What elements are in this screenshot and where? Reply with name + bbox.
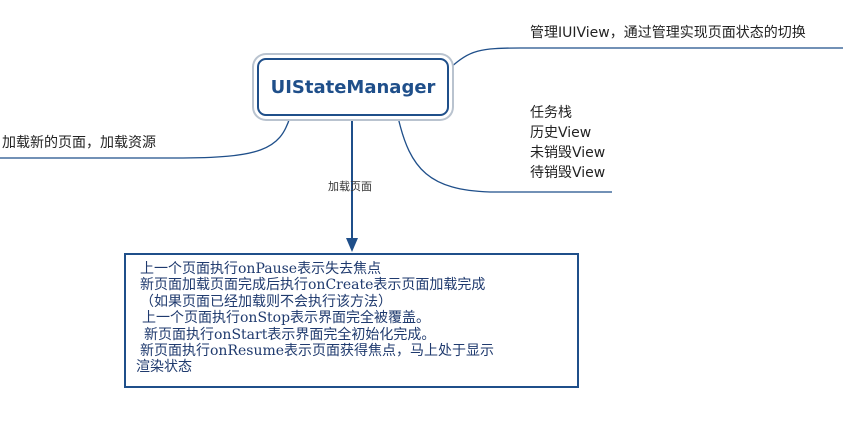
note-line: 上一个页面执行onStop表示界面完全被覆盖。 — [142, 310, 431, 327]
note-line: （如果页面已经加载则不会执行该方法） — [140, 293, 392, 310]
topic-stack-list[interactable]: 任务栈 历史View 未销毁View 待销毁View — [530, 103, 605, 183]
note-line: 新页面执行onResume表示页面获得焦点，马上处于显示 — [140, 343, 495, 360]
note-line: 新页面加载页面完成后执行onCreate表示页面加载完成 — [140, 277, 486, 294]
stack-item: 历史View — [530, 125, 592, 141]
stack-item: 未销毁View — [530, 145, 606, 161]
edge-label-load-page: 加载页面 — [328, 180, 372, 193]
topic-load-new[interactable]: 加载新的页面，加载资源 — [2, 133, 156, 153]
arrow-head-icon — [346, 238, 358, 252]
link-manage — [449, 47, 843, 69]
note-line: 新页面执行onStart表示界面完全初始化完成。 — [144, 326, 436, 343]
root-label: UIStateManager — [270, 76, 436, 98]
topic-manage[interactable]: 管理IUIView，通过管理实现页面状态的切换 — [530, 23, 806, 43]
note-line: 渲染状态 — [136, 359, 192, 376]
lifecycle-note[interactable]: 上一个页面执行onPause表示失去焦点 新页面加载页面完成后执行onCreat… — [124, 253, 579, 388]
root-node[interactable]: UIStateManager — [257, 58, 449, 116]
note-line: 上一个页面执行onPause表示失去焦点 — [140, 261, 382, 277]
stack-item: 待销毁View — [530, 165, 606, 181]
stack-item: 任务栈 — [530, 105, 572, 121]
